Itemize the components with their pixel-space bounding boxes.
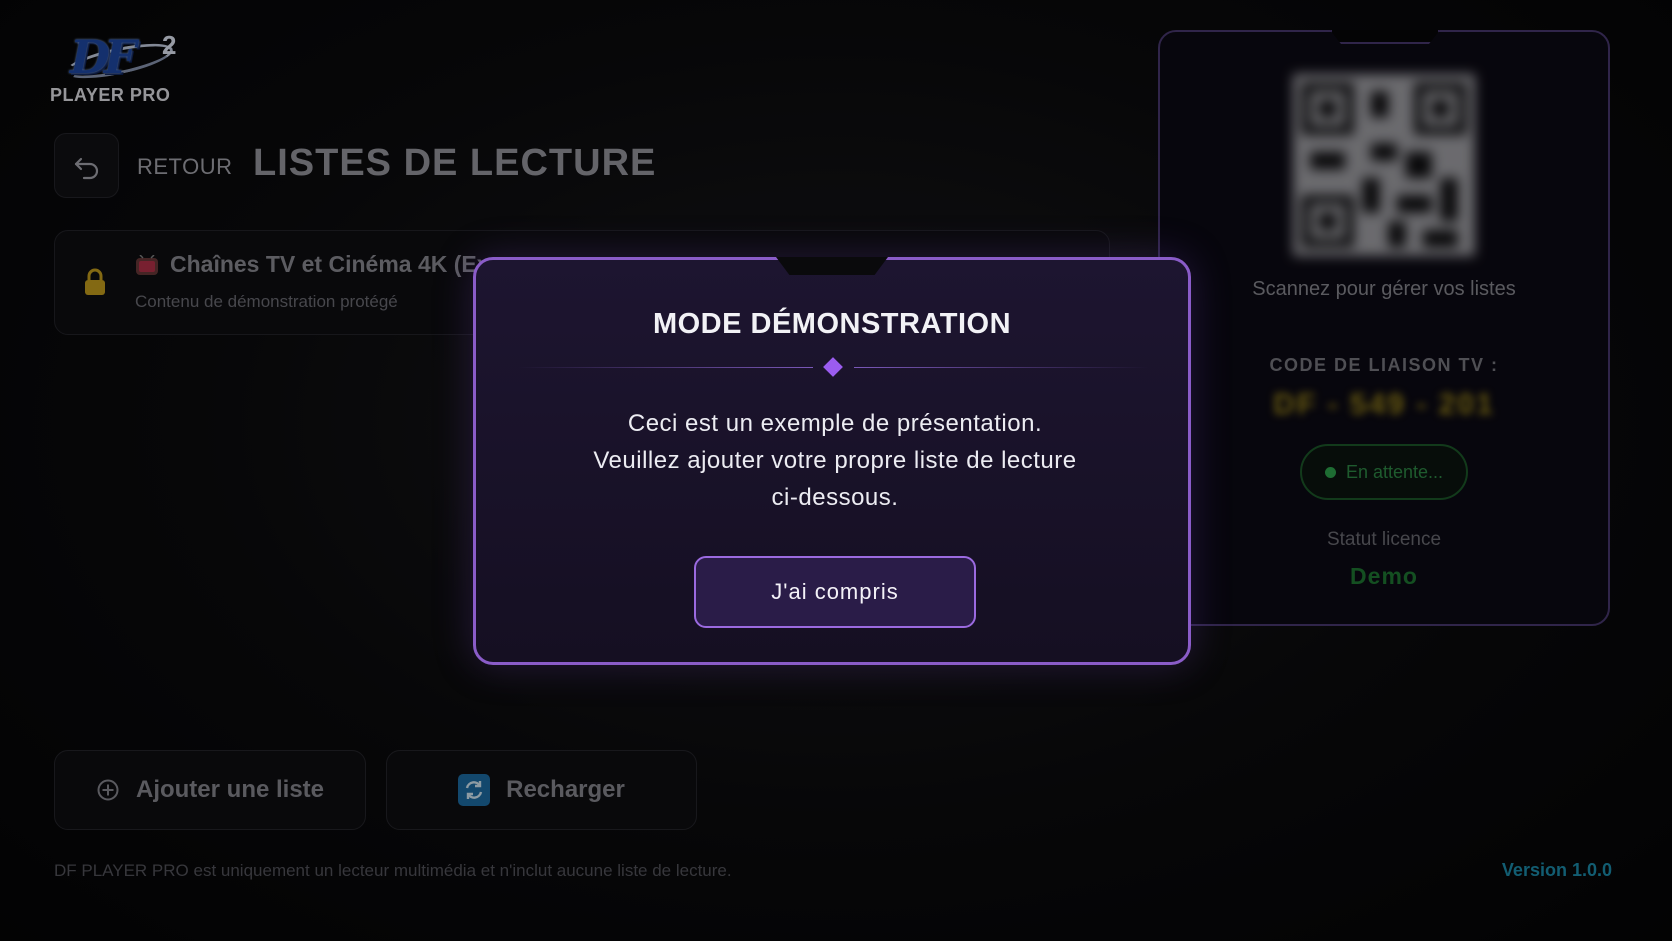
demo-mode-dialog: MODE DÉMONSTRATION Ceci est un exemple d… — [473, 257, 1191, 665]
understood-button[interactable]: J'ai compris — [694, 556, 976, 628]
diamond-icon — [823, 357, 843, 377]
dialog-message: Ceci est un exemple de présentation. Veu… — [536, 405, 1134, 516]
dialog-message-line: Ceci est un exemple de présentation. — [627, 410, 1043, 437]
dialog-message-line: Veuillez ajouter votre propre liste de l… — [593, 447, 1077, 474]
divider-line-right — [854, 367, 1149, 368]
dialog-title: MODE DÉMONSTRATION — [652, 308, 1012, 340]
playlists-screen: DF 2 PLAYER PRO RETOUR LISTES DE LECTURE… — [0, 0, 1672, 941]
understood-label: J'ai compris — [771, 579, 899, 604]
dialog-message-line: ci-dessous. — [771, 484, 899, 511]
dialog-notch — [776, 257, 888, 275]
divider-line-left — [518, 367, 813, 368]
